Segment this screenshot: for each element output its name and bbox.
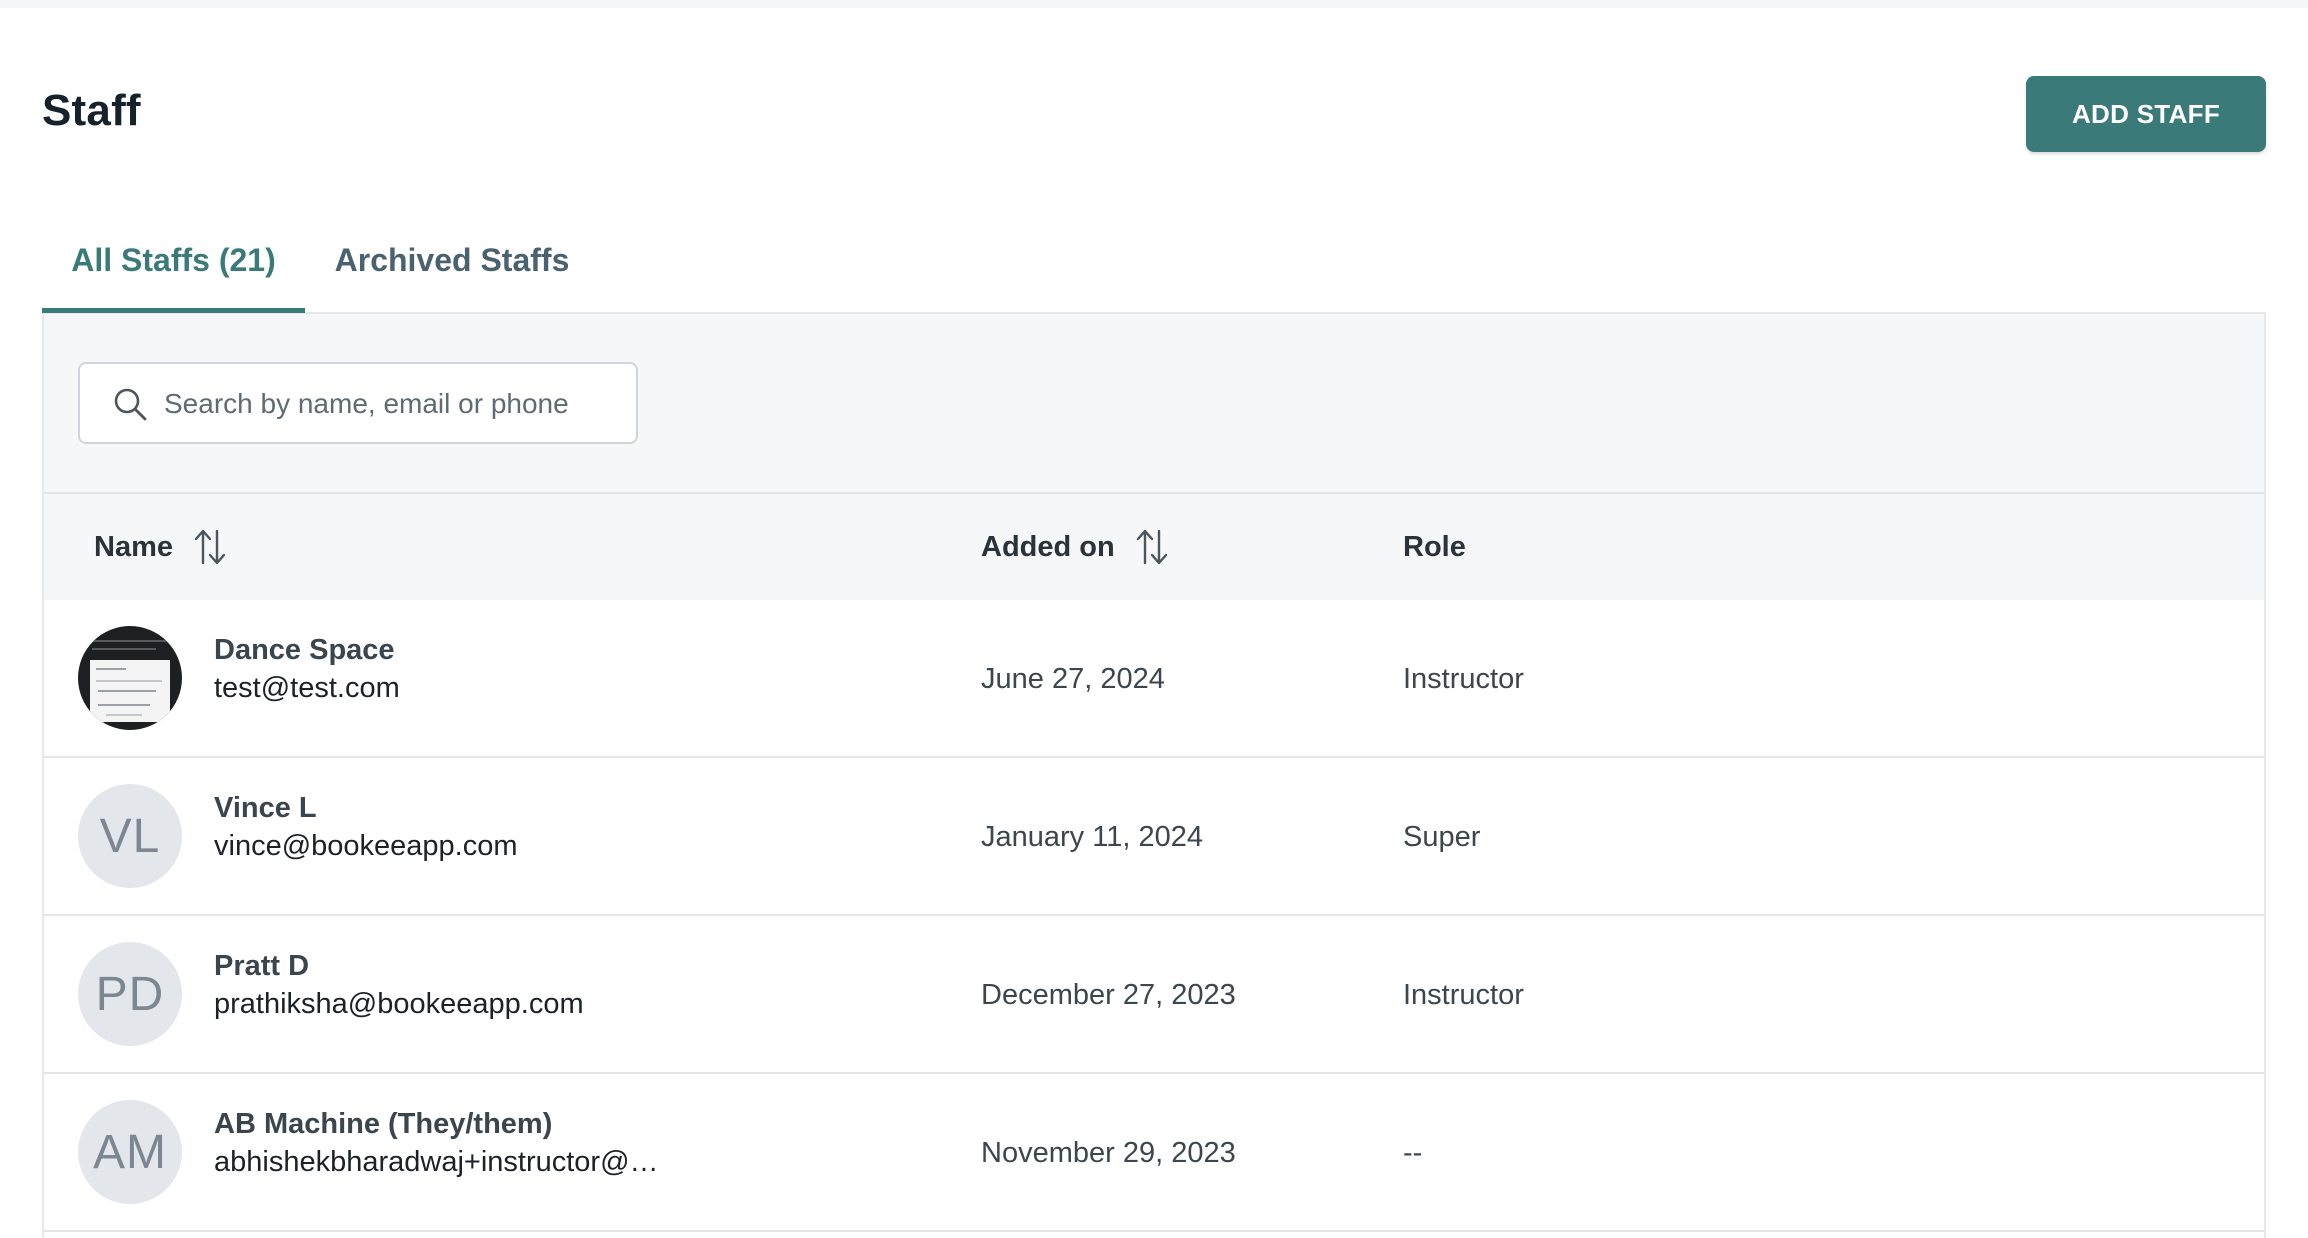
added-on-cell: January 11, 2024 <box>981 820 1203 853</box>
role-cell: -- <box>1403 1136 1423 1169</box>
add-staff-button[interactable]: ADD STAFF <box>2026 76 2266 152</box>
role-cell: Super <box>1403 820 1481 853</box>
search-icon <box>114 388 147 421</box>
column-header-added-on: Added on <box>981 494 1169 600</box>
column-header-role: Role <box>1403 494 1466 600</box>
avatar: AM <box>78 1100 182 1204</box>
avatar: PD <box>78 942 182 1046</box>
role-cell: Instructor <box>1403 662 1524 695</box>
sort-icon[interactable] <box>193 527 227 567</box>
search-box[interactable] <box>78 362 638 444</box>
table-row[interactable]: Dance Space test@test.com June 27, 2024 … <box>44 600 2264 758</box>
staff-email: prathiksha@bookeeapp.com <box>214 988 584 1020</box>
avatar <box>78 626 182 730</box>
table-row[interactable]: PD Pratt D prathiksha@bookeeapp.com Dece… <box>44 916 2264 1074</box>
role-cell: Instructor <box>1403 978 1524 1011</box>
tab-all-staffs[interactable]: All Staffs (21) <box>42 210 305 310</box>
staff-name[interactable]: Pratt D <box>214 950 309 983</box>
tab-archived-staffs[interactable]: Archived Staffs <box>332 210 572 310</box>
added-on-cell: December 27, 2023 <box>981 978 1236 1011</box>
staff-name[interactable]: AB Machine (They/them) <box>214 1108 552 1141</box>
added-on-cell: November 29, 2023 <box>981 1136 1236 1169</box>
table-row[interactable]: VL Vince L vince@bookeeapp.com January 1… <box>44 758 2264 916</box>
table-row[interactable]: AM AB Machine (They/them) abhishekbharad… <box>44 1074 2264 1232</box>
staff-email: abhishekbharadwaj+instructor@bo... <box>214 1146 674 1178</box>
column-role-label: Role <box>1403 530 1466 563</box>
staff-email: test@test.com <box>214 672 400 704</box>
staff-table-panel: Name Added on Role <box>42 314 2266 1238</box>
search-bar-area <box>44 314 2264 494</box>
staff-email: vince@bookeeapp.com <box>214 830 518 862</box>
table-header: Name Added on Role <box>44 494 2264 600</box>
staff-tabs: All Staffs (21) Archived Staffs <box>42 210 2266 315</box>
search-input[interactable] <box>162 378 616 430</box>
added-on-cell: June 27, 2024 <box>981 662 1165 695</box>
sort-icon[interactable] <box>1135 527 1169 567</box>
column-name-label: Name <box>94 530 173 563</box>
column-header-name: Name <box>94 494 227 600</box>
avatar-photo <box>90 660 170 722</box>
staff-page: Staff ADD STAFF All Staffs (21) Archived… <box>0 0 2308 1238</box>
staff-name[interactable]: Dance Space <box>214 634 395 667</box>
staff-name[interactable]: Vince L <box>214 792 317 825</box>
page-title: Staff <box>42 86 141 135</box>
avatar: VL <box>78 784 182 888</box>
column-added-on-label: Added on <box>981 530 1115 563</box>
active-tab-indicator <box>42 308 305 313</box>
